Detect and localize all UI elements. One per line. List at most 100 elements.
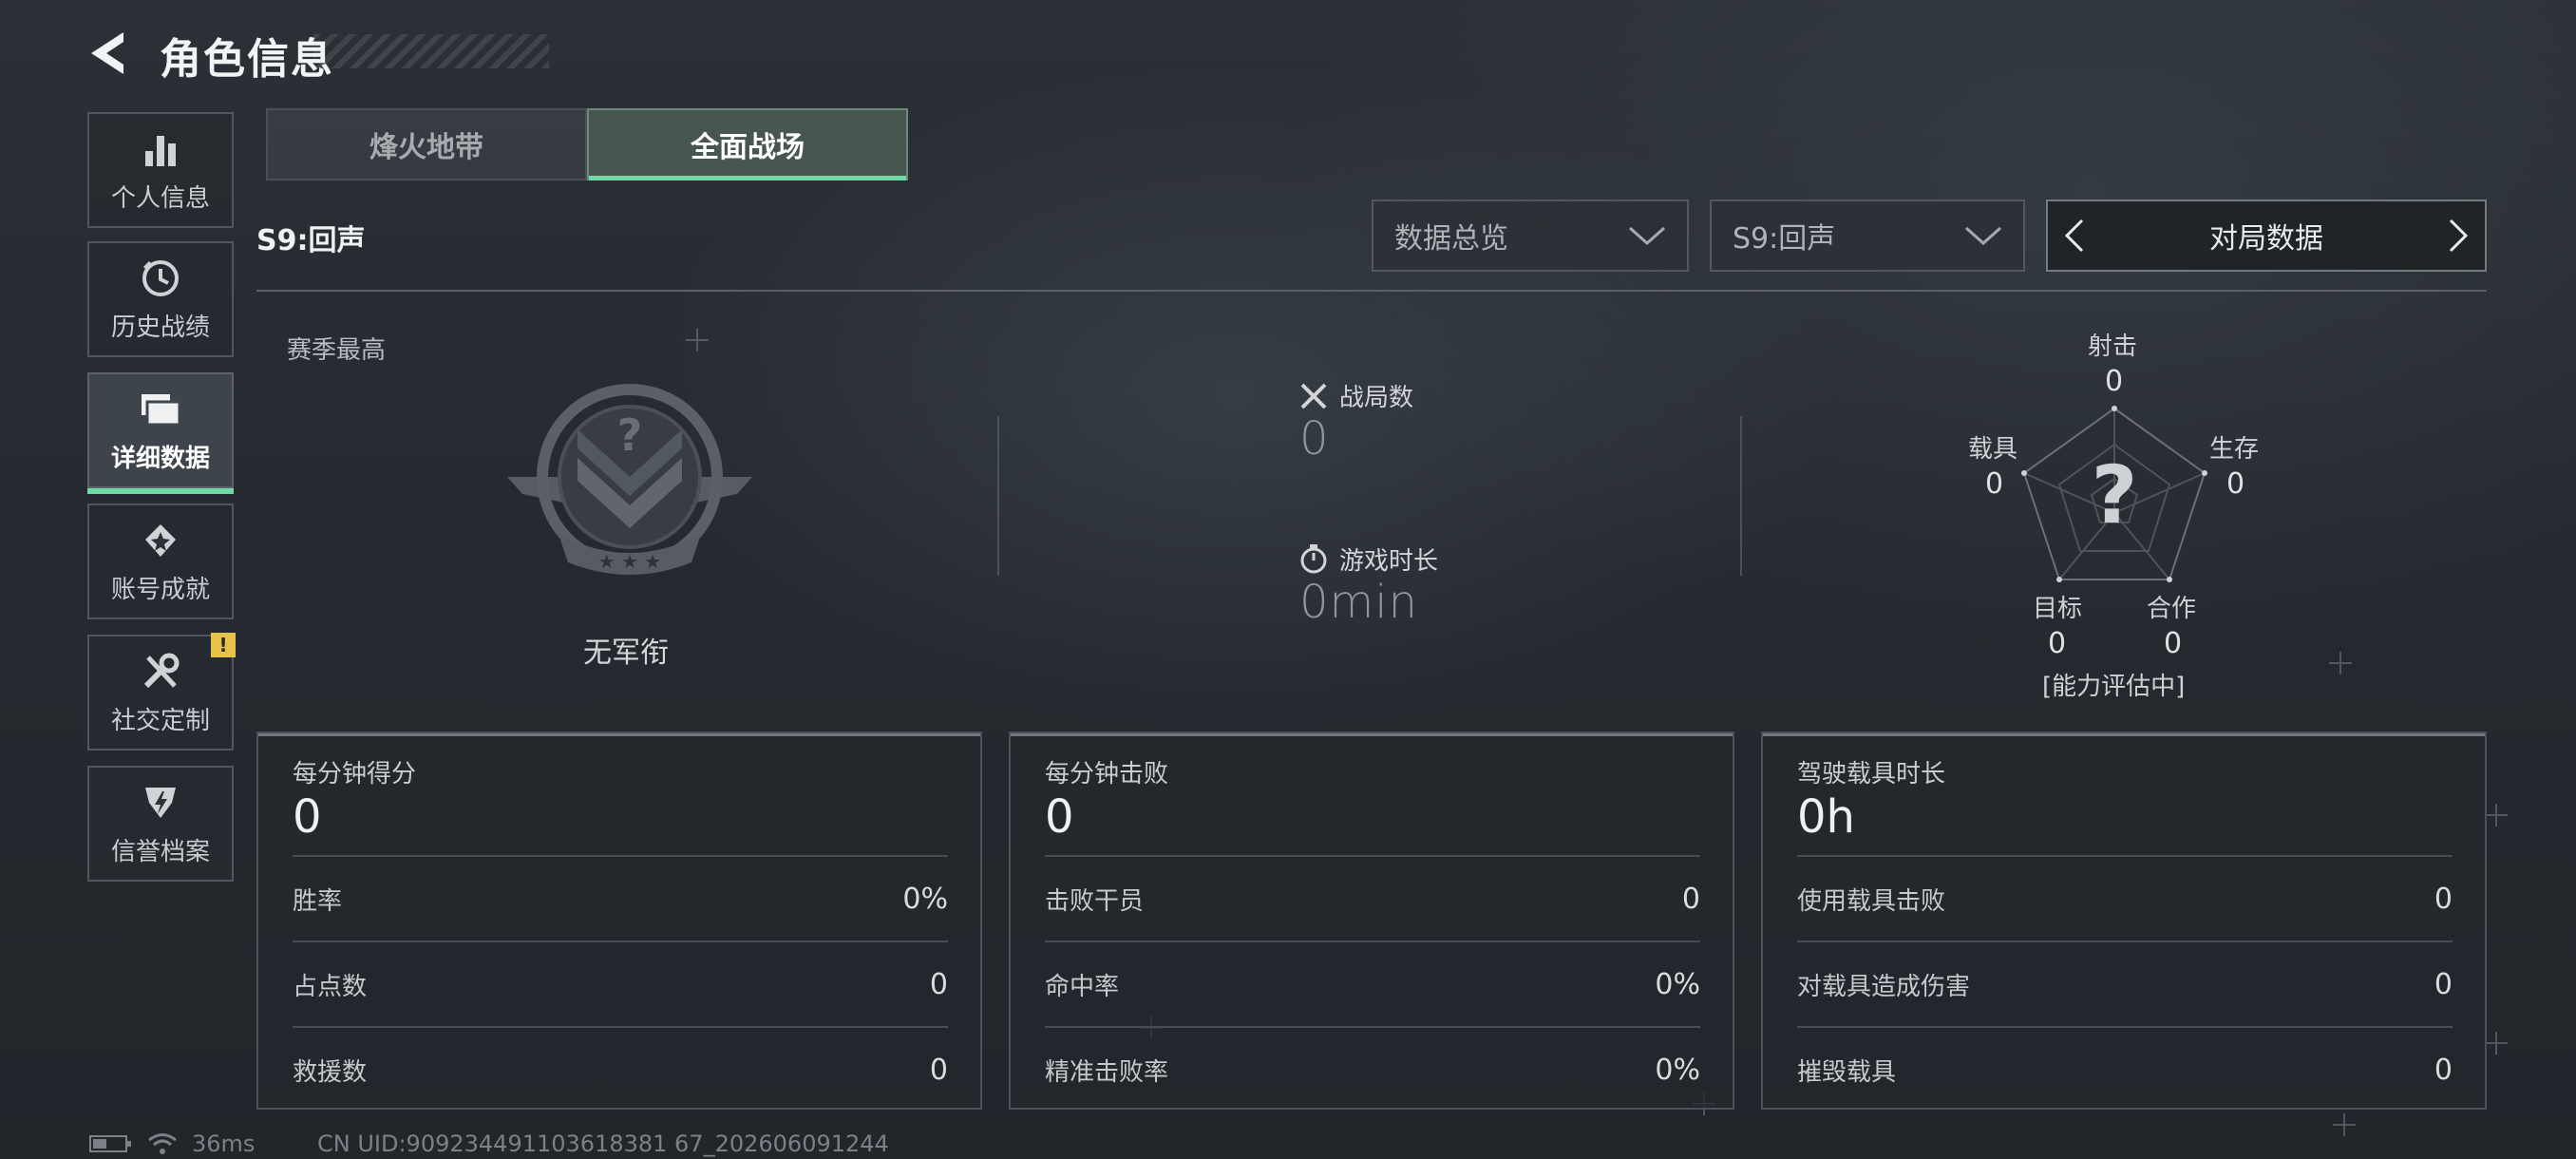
radar-status: [能力评估中] [2042,673,2186,701]
stat-key: 精准击败率 [1045,1057,1169,1087]
card-title: 驾驶载具时长 [1797,760,1946,788]
stopwatch-icon [1300,544,1327,574]
card-title: 每分钟击败 [1045,760,1169,788]
matches-label: 战局数 [1339,384,1414,412]
season-best-label: 赛季最高 [287,336,387,365]
radar-cooperation-value: 0 [2164,627,2183,660]
stat-key: 命中率 [1045,972,1120,1001]
sidebar-item-label: 详细数据 [110,444,210,473]
playtime-value: 0min [1299,576,1419,629]
sidebar-item-personal-info[interactable]: 个人信息 [87,112,234,228]
stat-key: 对载具造成伤害 [1797,972,1971,1001]
ping-value: 36ms [192,1130,256,1157]
bar-chart-icon [139,127,182,171]
stat-row: 胜率 0% [293,855,948,940]
divider [256,290,2487,292]
stat-row: 使用载具击败 0 [1797,855,2453,940]
stat-value: 0 [2434,882,2453,916]
title-decoration [313,34,549,68]
divider [997,416,999,576]
sidebar-item-achievements[interactable]: 账号成就 [87,504,234,619]
radar-cooperation-label: 合作 [2147,595,2197,623]
radar-survival-label: 生存 [2209,435,2260,464]
stat-value: 0 [929,967,948,1001]
history-clock-icon [139,256,182,300]
data-overview-dropdown[interactable]: 数据总览 [1372,200,1689,272]
stat-key: 击败干员 [1045,886,1145,916]
crossed-swords-icon [1300,383,1327,409]
credit-shield-icon [139,781,182,825]
pager-label: 对局数据 [2209,222,2323,256]
radar-shooting-value: 0 [2105,365,2124,398]
page-title: 角色信息 [160,35,334,84]
sidebar-item-label: 信誉档案 [110,837,210,866]
stat-row: 精准击败率 0% [1045,1026,1700,1112]
card-value: 0h [1797,790,1855,844]
card-value: 0 [1045,790,1074,844]
divider [1740,416,1742,576]
achievement-badge-icon [139,519,182,562]
tab-full-battlefield[interactable]: 全面战场 [587,108,908,180]
uid-text: CN UID:909234491103618381 67_20260609124… [317,1130,889,1157]
stat-key: 占点数 [293,972,368,1001]
chevron-left-icon[interactable] [2061,217,2088,255]
stat-value: 0% [902,882,948,916]
stat-row: 救援数 0 [293,1026,948,1112]
season-dropdown[interactable]: S9:回声 [1710,200,2025,272]
stat-row: 命中率 0% [1045,940,1700,1026]
stat-value: 0 [2434,967,2453,1001]
stat-key: 胜率 [293,886,343,916]
tab-hazard-zone[interactable]: 烽火地带 [266,108,587,180]
sidebar-item-label: 个人信息 [110,183,210,213]
stat-row: 摧毁载具 0 [1797,1026,2453,1112]
stat-card-vehicle: 驾驶载具时长 0h 使用载具击败 0 对载具造成伤害 0 摧毁载具 0 [1761,732,2487,1110]
matches-value: 0 [1299,412,1330,466]
sidebar-item-detailed-data[interactable]: 详细数据 [87,372,234,494]
radar-shooting-label: 射击 [2088,332,2138,361]
stat-value: 0 [929,1053,948,1087]
wifi-icon [148,1133,177,1154]
rank-name: 无军衔 [583,636,669,670]
svg-text:?: ? [617,409,643,461]
stat-value: 0% [1655,967,1700,1001]
stat-row: 对载具造成伤害 0 [1797,940,2453,1026]
svg-text:★ ★ ★: ★ ★ ★ [598,550,662,573]
chevron-down-icon [1629,226,1665,246]
sidebar-item-label: 历史战绩 [110,313,210,342]
stat-value: 0 [1681,882,1700,916]
radar-objective-label: 目标 [2033,595,2083,623]
season-label: S9:回声 [256,224,366,257]
playtime-label: 游戏时长 [1339,547,1439,576]
stat-value: 0 [2434,1053,2453,1087]
stat-key: 使用载具击败 [1797,886,1946,916]
stat-row: 占点数 0 [293,940,948,1026]
sidebar-item-credit-record[interactable]: 信誉档案 [87,766,234,882]
sidebar-item-label: 社交定制 [110,706,210,735]
wrench-tools-icon [139,650,182,694]
radar-unknown-mark: ? [2091,448,2138,542]
dropdown-value: 数据总览 [1394,222,1508,256]
data-type-pager: 对局数据 [2046,200,2487,272]
sidebar-item-social-custom[interactable]: ! 社交定制 [87,633,236,750]
radar-vehicle-value: 0 [1985,467,2004,501]
stat-value: 0% [1655,1053,1700,1087]
radar-vehicle-label: 载具 [1968,435,2018,464]
card-value: 0 [293,790,322,844]
battery-icon [89,1135,131,1152]
card-title: 每分钟得分 [293,760,417,788]
stat-key: 摧毁载具 [1797,1057,1897,1087]
dropdown-value: S9:回声 [1733,222,1836,256]
stat-key: 救援数 [293,1057,368,1087]
sidebar-item-label: 账号成就 [110,575,210,604]
chevron-right-icon[interactable] [2445,217,2472,255]
radar-objective-value: 0 [2048,627,2067,660]
notification-badge: ! [211,633,236,657]
rank-emblem-icon: ? ★ ★ ★ [507,384,752,575]
folder-data-icon [139,388,182,431]
radar-survival-value: 0 [2226,467,2245,501]
back-arrow-icon[interactable] [85,28,133,78]
stat-card-score: 每分钟得分 0 胜率 0% 占点数 0 救援数 0 [256,732,982,1110]
chevron-down-icon [1965,226,2001,246]
sidebar-item-history[interactable]: 历史战绩 [87,241,234,357]
status-bar: 36ms [89,1130,255,1157]
